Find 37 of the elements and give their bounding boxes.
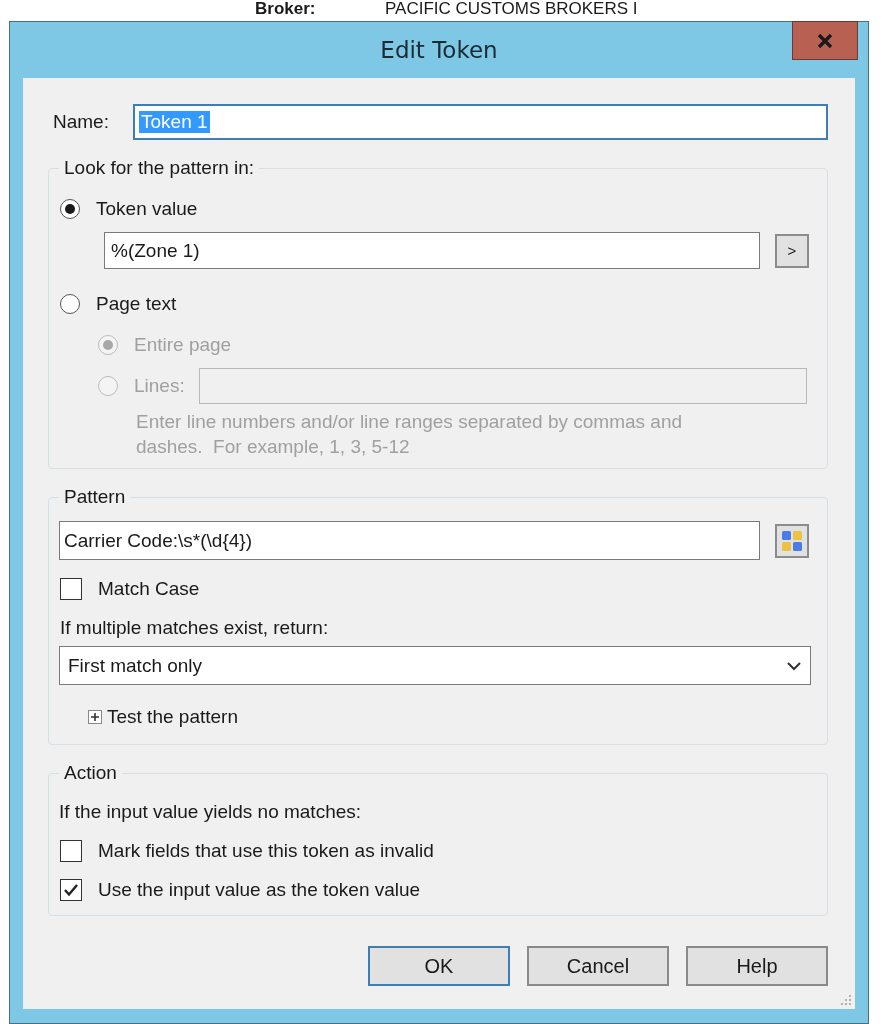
- window-title: Edit Token: [380, 37, 498, 63]
- hint-text: Enter line numbers and/or line ranges separated by commas and dashes. For example, 1, 3, 5-12: [136, 410, 684, 459]
- caret-icon: [786, 660, 802, 671]
- resize-grip-icon: [840, 994, 852, 1006]
- option-label: Entire page: [134, 334, 232, 356]
- name-label: Name:: [53, 111, 110, 133]
- checkbox[interactable]: [60, 879, 82, 901]
- return-dropdown[interactable]: First match only: [59, 646, 811, 685]
- dropdown-label: If multiple matches exist, return:: [59, 616, 330, 640]
- dialog-button[interactable]: Help: [686, 946, 828, 986]
- pattern-builder-button[interactable]: [775, 523, 809, 558]
- close-button[interactable]: [792, 21, 858, 60]
- document-label: Broker:: [255, 0, 317, 19]
- option-label: Lines:: [134, 375, 185, 397]
- pattern-field[interactable]: Carrier Code:\s*(\d{4}): [59, 521, 760, 560]
- checkbox-label: Mark fields that use this token as invalid: [98, 840, 434, 862]
- option-label: Page text: [96, 293, 177, 315]
- close-icon: [816, 32, 834, 49]
- plus-box-icon: [87, 709, 103, 725]
- checkbox[interactable]: [60, 578, 82, 600]
- radio-button[interactable]: [60, 199, 80, 219]
- checkbox[interactable]: [60, 840, 82, 862]
- checkbox-label: Match Case: [98, 578, 200, 600]
- grid-icon: [781, 529, 803, 552]
- dialog-button[interactable]: Cancel: [527, 946, 669, 986]
- checkbox-label: Use the input value as the token value: [98, 879, 421, 901]
- group-label: Pattern: [63, 486, 127, 508]
- insert-button[interactable]: >: [775, 233, 809, 268]
- radio-button[interactable]: [60, 294, 80, 314]
- expand-link[interactable]: Test the pattern: [87, 703, 238, 731]
- action-prompt: If the input value yields no matches:: [59, 800, 363, 824]
- group-label: Look for the pattern in:: [63, 157, 256, 179]
- dialog-button[interactable]: OK: [368, 946, 510, 986]
- option-label: Token value: [96, 198, 198, 220]
- token-value-field[interactable]: %(Zone 1): [104, 232, 760, 269]
- group-label: Action: [63, 762, 118, 784]
- document-text: PACIFIC CUSTOMS BROKERS I: [385, 0, 638, 19]
